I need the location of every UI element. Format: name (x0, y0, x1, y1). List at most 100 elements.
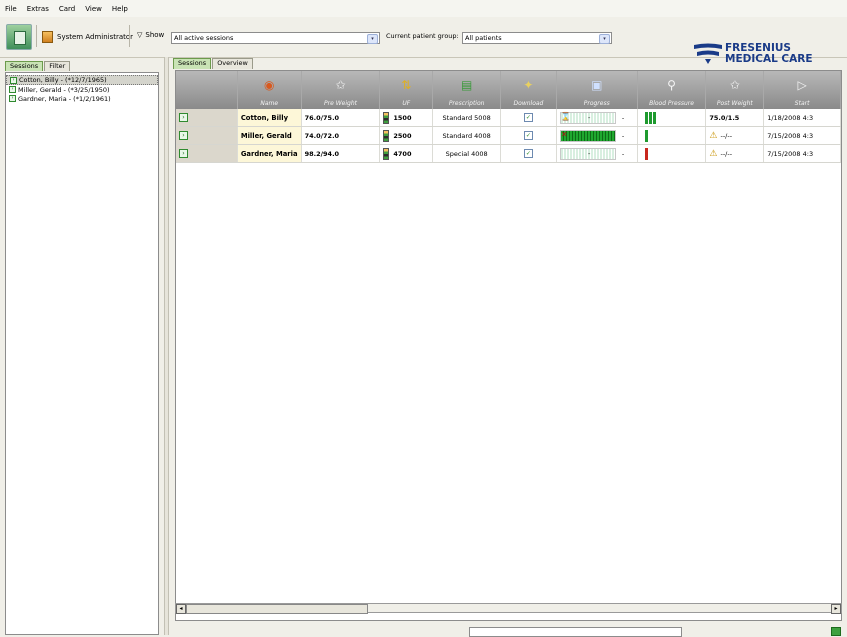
sessions-grid: ◉ Name ✩ Pre Weight ⇅ UF ▤ Prescription … (175, 70, 842, 621)
expand-icon[interactable]: › (179, 131, 188, 140)
patient-card-button[interactable] (6, 24, 32, 50)
progress-remaining: - (621, 131, 625, 140)
uf-bar-icon (383, 147, 390, 160)
dropdown-arrow-icon[interactable]: ▾ (599, 34, 610, 44)
patient-group-select[interactable]: All patients ▾ (462, 32, 612, 44)
uf-cell: 1500 (380, 109, 434, 126)
menu-help[interactable]: Help (107, 5, 133, 13)
header-spacer (176, 71, 238, 109)
patient-tree-label: Gardner, Maria - (*1/2/1961) (18, 94, 111, 103)
play-icon: ▷ (797, 78, 807, 92)
download-cell: ✓ (501, 145, 557, 162)
start-time: 7/15/2008 4:3 (764, 145, 841, 162)
tab-overview[interactable]: Overview (212, 58, 253, 69)
scroll-right-icon[interactable]: ▸ (831, 604, 841, 614)
download-checkbox[interactable]: ✓ (523, 149, 533, 158)
progress-remaining: - (621, 113, 625, 122)
download-checkbox[interactable]: ✓ (523, 131, 533, 140)
progress-fill (560, 130, 615, 141)
horizontal-scrollbar[interactable]: ◂ ▸ (175, 603, 842, 614)
expand-icon[interactable]: › (179, 149, 188, 158)
patient-name: Miller, Gerald (237, 127, 302, 144)
post-weight: --/-- (720, 149, 733, 158)
patient-tree-label: Miller, Gerald - (*3/25/1950) (18, 85, 110, 94)
expand-icon[interactable]: › (9, 95, 16, 102)
menu-view[interactable]: View (80, 5, 107, 13)
progress-bar: - (559, 147, 616, 160)
post-weight: 75.0/1.5 (706, 109, 765, 126)
patient-tree-item[interactable]: › Gardner, Maria - (*1/2/1961) (6, 94, 158, 103)
menu-extras[interactable]: Extras (22, 5, 54, 13)
patient-tree-label: Cotton, Billy - (*12/7/1965) (19, 76, 107, 84)
user-icon (42, 31, 53, 43)
hourglass-icon: ⌛ (560, 111, 571, 121)
pre-weight: 98.2/94.0 (302, 145, 381, 162)
header-progress[interactable]: ▣ Progress (557, 71, 638, 109)
current-user[interactable]: System Administrator (42, 31, 133, 43)
grid-header: ◉ Name ✩ Pre Weight ⇅ UF ▤ Prescription … (176, 71, 841, 109)
prescription: Standard 5008 (433, 109, 502, 126)
tab-sessions-view[interactable]: Sessions (173, 58, 212, 69)
tab-filter[interactable]: Filter (44, 61, 71, 71)
patient-group-label: Current patient group: (386, 32, 459, 40)
uf-bar-icon (383, 129, 390, 142)
progress-cell: - - (557, 145, 638, 162)
row-expander-cell: › (176, 109, 238, 126)
progress-text: - (587, 113, 591, 122)
download-wand-icon: ✦ (523, 78, 534, 92)
status-field (469, 627, 682, 637)
header-prescription[interactable]: ▤ Prescription (433, 71, 502, 109)
table-row[interactable]: › Miller, Gerald 74.0/72.0 2500 Standard… (176, 127, 841, 145)
header-name[interactable]: ◉ Name (238, 71, 302, 109)
post-weight: --/-- (720, 131, 733, 140)
expand-icon[interactable]: › (9, 86, 16, 93)
patient-tree: › Cotton, Billy - (*12/7/1965) › Miller,… (5, 72, 159, 635)
progress-bar: ✕ (559, 129, 616, 142)
dropdown-arrow-icon[interactable]: ▾ (367, 34, 378, 44)
progress-cell: ✕ - (557, 127, 638, 144)
right-panel: Sessions Overview ◉ Name ✩ Pre Weight ⇅ … (173, 58, 845, 630)
tab-sessions[interactable]: Sessions (5, 61, 44, 71)
toolbar-separator (36, 25, 37, 47)
header-blood-pressure[interactable]: ⚲ Blood Pressure (638, 71, 707, 109)
patient-name: Gardner, Maria (237, 145, 302, 162)
uf-bar-icon (383, 111, 390, 124)
progress-bar: ⌛ - (559, 111, 616, 124)
scroll-thumb[interactable] (186, 604, 368, 614)
expand-icon[interactable]: › (10, 76, 17, 84)
patient-tree-item[interactable]: › Miller, Gerald - (*3/25/1950) (6, 85, 158, 94)
blood-pressure-bars-icon (644, 129, 648, 142)
patient-tree-item[interactable]: › Cotton, Billy - (*12/7/1965) (6, 75, 158, 85)
menu-bar: File Extras Card View Help (0, 0, 847, 17)
patient-group-value: All patients (465, 34, 502, 42)
uf-icon: ⇅ (401, 78, 412, 92)
table-row[interactable]: › Cotton, Billy 76.0/75.0 1500 Standard … (176, 109, 841, 127)
pre-weight: 74.0/72.0 (302, 127, 381, 144)
cancel-x-icon: ✕ (560, 129, 568, 139)
scale-icon: ✩ (335, 78, 346, 92)
header-post-weight[interactable]: ✩ Post Weight (706, 71, 765, 109)
uf-cell: 4700 (380, 145, 434, 162)
table-row[interactable]: › Gardner, Maria 98.2/94.0 4700 Special … (176, 145, 841, 163)
menu-file[interactable]: File (0, 5, 22, 13)
download-cell: ✓ (501, 127, 557, 144)
show-select[interactable]: All active sessions ▾ (171, 32, 380, 44)
header-uf[interactable]: ⇅ UF (380, 71, 434, 109)
show-value: All active sessions (174, 34, 234, 42)
toolbar-separator (129, 25, 130, 47)
uf-cell: 2500 (380, 127, 434, 144)
download-checkbox[interactable]: ✓ (523, 113, 533, 122)
scroll-left-icon[interactable]: ◂ (176, 604, 186, 614)
start-time: 1/18/2008 4:3 (764, 109, 841, 126)
left-panel: Sessions Filter › Cotton, Billy - (*12/7… (5, 61, 159, 635)
header-pre-weight[interactable]: ✩ Pre Weight (302, 71, 381, 109)
header-start[interactable]: ▷ Start (764, 71, 841, 109)
uf-value: 2500 (393, 131, 412, 140)
expand-icon[interactable]: › (179, 113, 188, 122)
menu-card[interactable]: Card (54, 5, 80, 13)
blood-pressure-bars-icon (644, 147, 648, 160)
start-time: 7/15/2008 4:3 (764, 127, 841, 144)
panel-splitter[interactable] (164, 57, 169, 635)
progress-cell: ⌛ - - (557, 109, 638, 126)
header-download[interactable]: ✦ Download (501, 71, 557, 109)
